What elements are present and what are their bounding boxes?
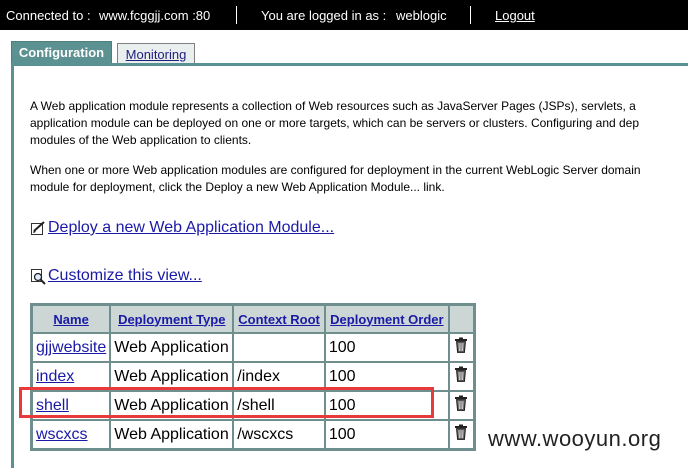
column-header-deployment-order[interactable]: Deployment Order (325, 306, 448, 332)
topbar-separator (470, 6, 471, 24)
context-root-cell: /index (234, 363, 324, 390)
column-header-deployment-type[interactable]: Deployment Type (111, 306, 233, 332)
app-name-link[interactable]: gjjwebsite (33, 334, 110, 361)
highlight-box (19, 387, 434, 418)
connected-host: www.fcggjj.com :80 (99, 8, 211, 23)
description-line: A Web application module represents a co… (30, 99, 636, 113)
logged-in-label: You are logged in as : (261, 8, 387, 23)
customize-view-link[interactable]: Customize this view... (48, 267, 202, 285)
column-header-context-root[interactable]: Context Root (234, 306, 324, 332)
deployment-order-cell: 100 (325, 334, 448, 361)
context-root-cell (234, 334, 324, 361)
trash-icon[interactable] (449, 421, 473, 448)
deployment-order-cell: 100 (325, 363, 448, 390)
deployment-order-cell: 100 (325, 421, 448, 448)
table-row: gjjwebsite Web Application 100 (33, 334, 473, 361)
customize-action: Customize this view... (30, 267, 202, 285)
column-header-actions (449, 306, 473, 332)
tab-configuration[interactable]: Configuration (11, 41, 112, 65)
deploy-action: Deploy a new Web Application Module... (30, 219, 334, 237)
deploy-web-app-link[interactable]: Deploy a new Web Application Module... (48, 219, 334, 237)
deployment-type-cell: Web Application (111, 334, 233, 361)
topbar-separator (236, 6, 237, 24)
magnifier-icon (30, 268, 47, 285)
description-line: When one or more Web application modules… (30, 163, 641, 177)
trash-icon[interactable] (449, 334, 473, 361)
connection-bar: Connected to : www.fcggjj.com :80 You ar… (0, 0, 688, 30)
table-row: index Web Application /index 100 (33, 363, 473, 390)
description-line: modules of the Web application to client… (30, 133, 252, 147)
tab-monitoring-label: Monitoring (125, 47, 187, 62)
app-name-link[interactable]: wscxcs (33, 421, 110, 448)
app-name-link[interactable]: index (33, 363, 110, 390)
trash-icon[interactable] (449, 392, 473, 419)
tab-monitoring[interactable]: Monitoring (117, 43, 195, 65)
watermark: www.wooyun.org (484, 426, 666, 452)
deployment-type-cell: Web Application (111, 363, 233, 390)
description-line: application module can be deployed on on… (30, 116, 640, 130)
web-app-table: Name Deployment Type Context Root Deploy… (30, 303, 476, 451)
description-paragraph-1: A Web application module represents a co… (30, 98, 639, 149)
description-paragraph-2: When one or more Web application modules… (30, 162, 641, 196)
connected-label: Connected to : (6, 8, 91, 23)
context-root-cell: /wscxcs (234, 421, 324, 448)
table-row: wscxcs Web Application /wscxcs 100 (33, 421, 473, 448)
pencil-icon (30, 220, 47, 237)
table-header-row: Name Deployment Type Context Root Deploy… (33, 306, 473, 332)
trash-icon[interactable] (449, 363, 473, 390)
description-line: module for deployment, click the Deploy … (30, 180, 445, 194)
logout-link[interactable]: Logout (495, 8, 535, 23)
deployment-type-cell: Web Application (111, 421, 233, 448)
username: weblogic (396, 8, 447, 23)
column-header-name[interactable]: Name (33, 306, 110, 332)
